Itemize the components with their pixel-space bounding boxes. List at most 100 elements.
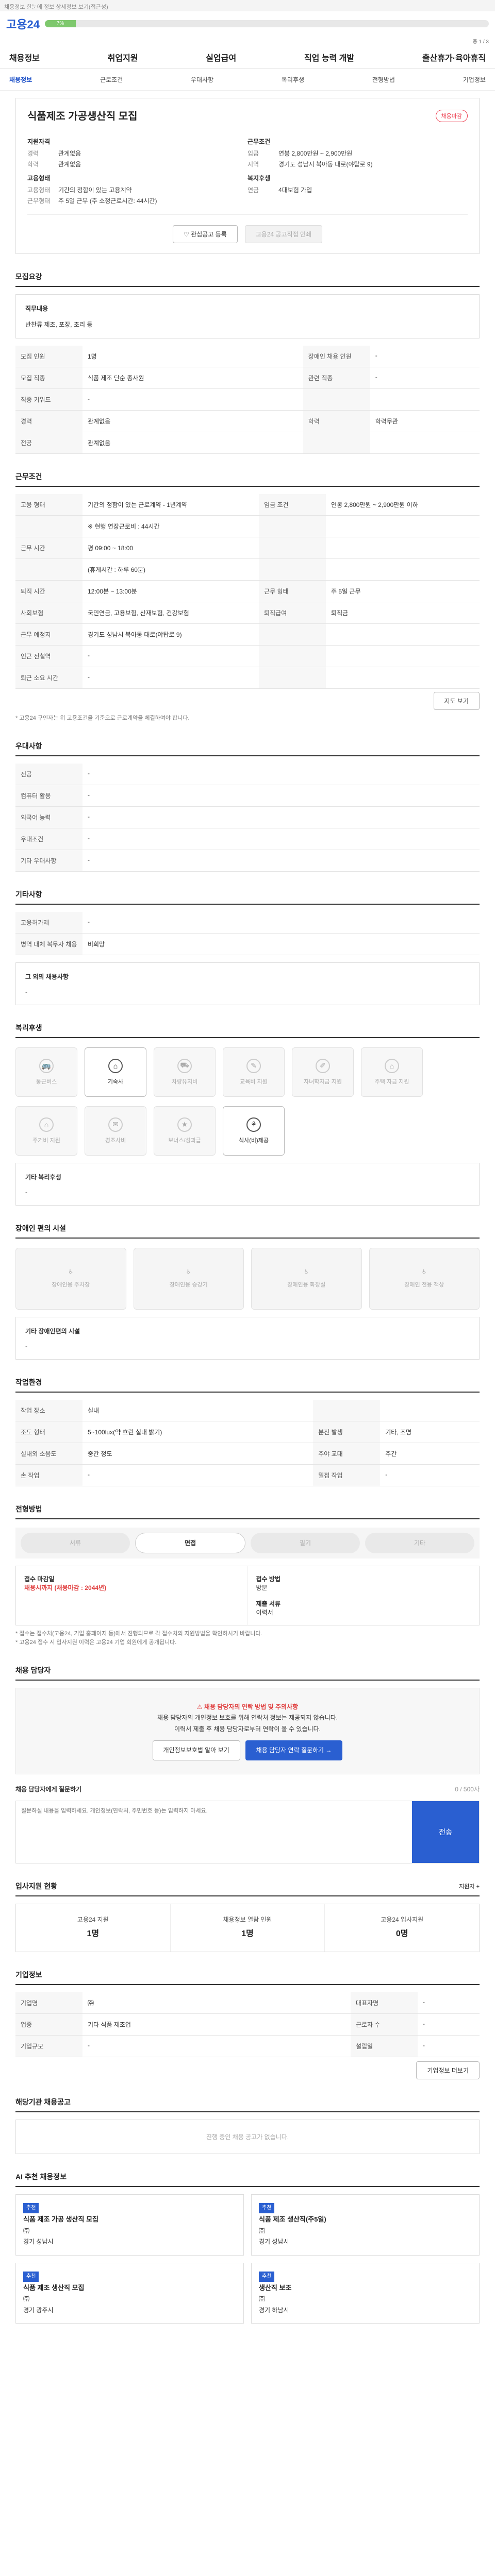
table-row: 모집 인원 1명 장애인 채용 인원 - bbox=[15, 346, 480, 367]
tab-item[interactable]: 채용정보 bbox=[9, 75, 32, 84]
table-cell bbox=[259, 537, 326, 559]
preference-section: 우대사항 전공 - 컴퓨터 활용 - 외국어 능력 - 우대조건 - 기타 우대사항 - bbox=[15, 741, 480, 872]
value: 1명 bbox=[87, 1929, 100, 1939]
gnb-item[interactable]: 취업지원 bbox=[108, 51, 138, 63]
tab-item[interactable]: 전형방법 bbox=[372, 75, 395, 84]
table-cell: 조도 형태 bbox=[15, 1421, 82, 1443]
deadline: 채용시까지 (채용마감 : 2044년) bbox=[24, 1584, 107, 1591]
value: 반찬류 제조, 포장, 조리 등 bbox=[25, 321, 93, 328]
gnb-item[interactable]: 채용정보 bbox=[9, 51, 40, 63]
submit-button[interactable]: 전송 bbox=[412, 1801, 479, 1863]
label: 채용 담당자의 연락 방법 및 주의사항 bbox=[204, 1703, 299, 1710]
facility-icon: ♿ bbox=[68, 1269, 74, 1276]
table-row: 퇴근 소요 시간 - bbox=[15, 667, 480, 689]
char-count: 0 / 500자 bbox=[455, 1786, 480, 1793]
location: 경기 광주시 bbox=[23, 2306, 54, 2314]
gnb-item[interactable]: 실업급여 bbox=[206, 51, 236, 63]
table-cell: 퇴직금 bbox=[326, 602, 480, 624]
logo[interactable]: 고용24 bbox=[6, 15, 40, 32]
table-cell bbox=[380, 1399, 480, 1421]
welfare-item: ★ 보너스/성과급 bbox=[154, 1106, 216, 1156]
table-cell: 업종 bbox=[15, 2013, 82, 2036]
privacy-button[interactable]: 개인정보보호법 알아 보기 bbox=[152, 1740, 240, 1761]
table-row: (휴게시간 : 하루 60분) bbox=[15, 558, 480, 581]
recommend-card[interactable]: 추천 식품 제조 생산직 모집 ㈜ 경기 광주시 bbox=[15, 2262, 244, 2324]
table-cell: 관계없음 bbox=[82, 410, 303, 432]
status-badge: 채용마감 bbox=[435, 110, 468, 122]
label: 접수 방법 bbox=[256, 1575, 281, 1583]
more-link[interactable]: 지원자 + bbox=[459, 1882, 480, 1890]
table-cell: 근무 시간 bbox=[15, 537, 82, 559]
table-cell: 사회보험 bbox=[15, 602, 82, 624]
section-title: 해당기관 채용공고 bbox=[15, 2097, 480, 2113]
note: * 접수는 접수처(고용24, 기업 홈페이지 등)에서 진행되므로 각 접수처… bbox=[15, 1630, 262, 1637]
table-cell: ※ 현행 연장근로비 : 44시간 bbox=[82, 515, 259, 537]
label: 근무조건 bbox=[248, 138, 271, 145]
label: 임금 bbox=[248, 150, 259, 157]
welfare-item: ✎ 교육비 지원 bbox=[223, 1047, 285, 1097]
recommend-card[interactable]: 추천 식품 제조 가공 생산직 모집 ㈜ 경기 성남시 bbox=[15, 2194, 244, 2256]
table-row: 경력 관계없음 학력 학력무관 bbox=[15, 410, 480, 432]
tab-item[interactable]: 근로조건 bbox=[100, 75, 123, 84]
table-cell: 밀접 작업 bbox=[313, 1464, 381, 1486]
duty-section: 모집요강 직무내용 반찬류 제조, 포장, 조리 등 모집 인원 1명 장애인 채용 … bbox=[15, 272, 480, 454]
table-cell: - bbox=[82, 763, 480, 785]
table-cell: 중간 정도 bbox=[82, 1443, 314, 1465]
process-step: 기타 bbox=[365, 1532, 474, 1553]
welfare-item: 🚌 통근버스 bbox=[15, 1047, 77, 1097]
table-cell: 대표자명 bbox=[350, 1992, 418, 2014]
text: 채용 담당자의 개인정보 보호를 위해 연락처 정보는 제공되지 않습니다. bbox=[157, 1714, 338, 1722]
table-cell: 모집 직종 bbox=[15, 367, 82, 389]
facility-icon: ♿ bbox=[186, 1269, 191, 1276]
question-input[interactable] bbox=[16, 1801, 412, 1863]
label: 채용 담당자에게 질문하기 bbox=[15, 1786, 82, 1793]
table-cell: 전공 bbox=[15, 763, 82, 785]
gnb-item[interactable]: 출산휴가·육아휴직 bbox=[422, 51, 486, 63]
table-cell: - bbox=[417, 2035, 480, 2058]
section-title: 복리후생 bbox=[15, 1023, 480, 1038]
value: 관계없음 bbox=[58, 150, 81, 157]
ask-contact-button[interactable]: 채용 담당자 연락 질문하기 → bbox=[245, 1740, 343, 1761]
table-cell: 기업명 bbox=[15, 1992, 82, 2014]
gnb-item[interactable]: 직업 능력 개발 bbox=[304, 51, 354, 63]
table-cell bbox=[259, 558, 326, 581]
table-cell: 설립일 bbox=[350, 2035, 418, 2058]
map-button[interactable]: 지도 보기 bbox=[433, 692, 480, 710]
table-row: 직종 키워드 - bbox=[15, 388, 480, 411]
table-cell: - bbox=[417, 2013, 480, 2036]
table-cell: 병역 대체 복무자 채용 bbox=[15, 933, 82, 955]
welfare-label: 기숙사 bbox=[107, 1078, 124, 1085]
tab-item[interactable]: 우대사항 bbox=[191, 75, 213, 84]
tab-item[interactable]: 기업정보 bbox=[463, 75, 486, 84]
label: 고용24 지원 bbox=[77, 1916, 109, 1924]
tab-item[interactable]: 복리후생 bbox=[282, 75, 304, 84]
table-cell: 5~100lux(약 흐린 실내 밝기) bbox=[82, 1421, 314, 1443]
table-cell bbox=[259, 623, 326, 646]
table-cell: 기타 식품 제조업 bbox=[82, 2013, 351, 2036]
welfare-label: 주택 자금 지원 bbox=[374, 1078, 409, 1085]
recommend-card[interactable]: 추천 식품 제조 생산직(주5일) ㈜ 경기 성남시 bbox=[251, 2194, 480, 2256]
table-cell: 고용허가제 bbox=[15, 911, 82, 934]
job-header: 식품제조 가공생산직 모집 채용마감 지원자격 경력 관계없음 학력 관계없음 고용… bbox=[15, 98, 480, 254]
table-row: 모집 직종 식품 제조 단순 종사원 관련 직종 - bbox=[15, 367, 480, 389]
table-cell: 인근 전철역 bbox=[15, 645, 82, 667]
value: 0명 bbox=[395, 1929, 408, 1939]
recommend-card[interactable]: 추천 생산직 보조 ㈜ 경기 하남시 bbox=[251, 2262, 480, 2324]
value: 방문 bbox=[256, 1584, 268, 1591]
disability-item: ♿ 장애인용 화장실 bbox=[251, 1247, 362, 1310]
print-button[interactable]: 고용24 공고직접 인쇄 bbox=[244, 225, 322, 243]
label: 연금 bbox=[248, 187, 259, 194]
section-title: 기업정보 bbox=[15, 1970, 480, 1986]
table-cell: 경력 bbox=[15, 410, 82, 432]
other-table: 고용허가제 - 병역 대체 복무자 채용 비희망 bbox=[15, 911, 480, 955]
welfare-icon: 🚌 bbox=[39, 1058, 54, 1073]
facility-label: 장애인용 화장실 bbox=[287, 1282, 326, 1289]
company-section: 기업정보 기업명 ㈜ 대표자명 - 업종 기타 식품 제조업 근로자 수 - 기업규모 - 설립일 -… bbox=[15, 1970, 480, 2080]
favorite-button[interactable]: ♡ 관심공고 등록 bbox=[172, 225, 238, 243]
note: * 고용24 접수 시 입사지원 이력은 고용24 기업 회원에게 공개됩니다. bbox=[15, 1639, 177, 1646]
label: 지원자격 bbox=[27, 138, 51, 145]
value: - bbox=[25, 988, 27, 995]
table-cell: 주 5일 근무 bbox=[326, 580, 480, 602]
company-more-button[interactable]: 기업정보 더보기 bbox=[416, 2061, 480, 2080]
table-cell bbox=[15, 558, 82, 581]
